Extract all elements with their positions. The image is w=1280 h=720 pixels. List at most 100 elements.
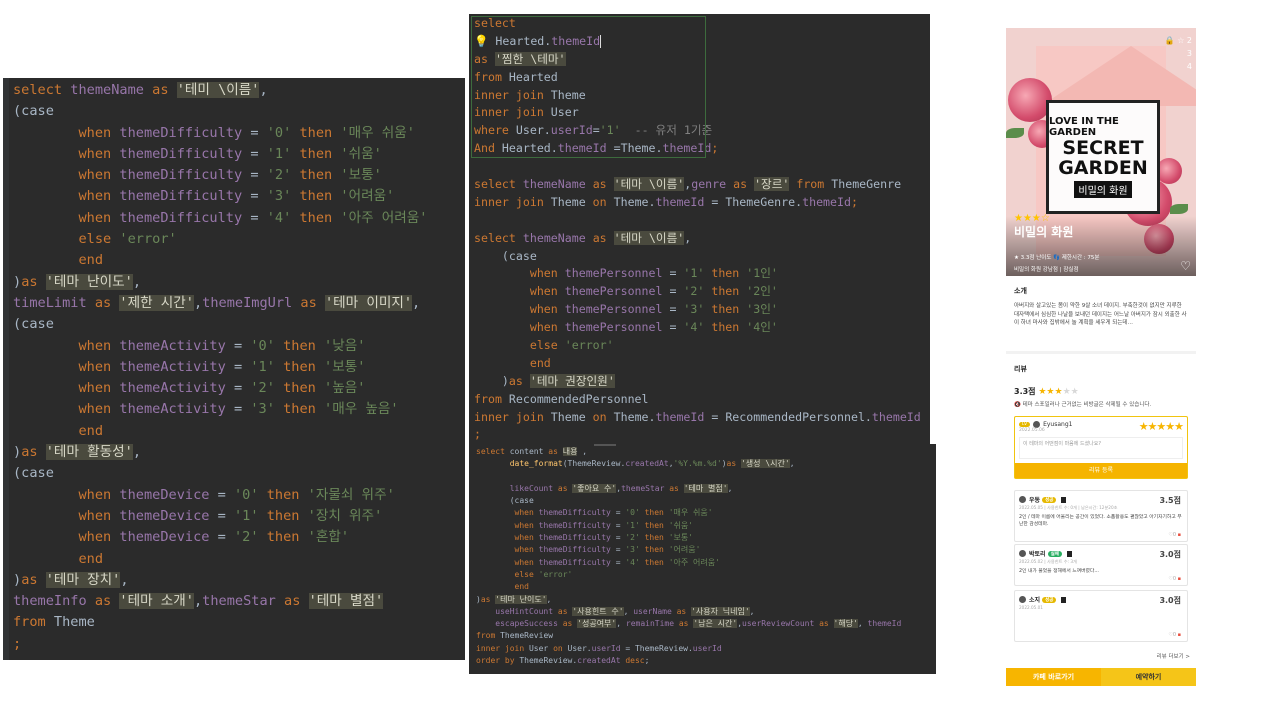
intro-text: 아버지와 살고있는 몸이 약한 9살 소녀 데이지. 부축한것이 없지만 지루한… xyxy=(1014,303,1187,326)
code-line: (case xyxy=(476,496,534,506)
theme-meta-info: ★ 3.3점 난이도 👣 제한시간 : 75분 xyxy=(1014,255,1100,261)
review-submit-button[interactable]: 리뷰 등록 xyxy=(1015,463,1187,478)
code-line: when themeDifficulty = '4' then '아주 어려움' xyxy=(476,557,720,567)
cafe-shortcut-button[interactable]: 카페 바로가기 xyxy=(1006,668,1101,686)
code-line: from RecommendedPersonnel xyxy=(474,391,649,406)
theme-title: 비밀의 화원 xyxy=(1014,225,1074,239)
code-line: select themeName as '테마 \이름', xyxy=(474,230,692,245)
code-line: )as '테마 활동성', xyxy=(13,444,142,461)
code-line: else 'error' xyxy=(13,231,177,248)
writer-name: Eyusang1 xyxy=(1043,421,1073,428)
editor-gutter xyxy=(3,78,9,660)
code-line: )as '테마 난이도', xyxy=(13,273,142,290)
code-line: when themePersonnel = '3' then '3인' xyxy=(474,302,778,317)
theme-store-info: 비밀의 화원 강남점 | 잠실점 xyxy=(1014,267,1079,273)
code-line: (case xyxy=(13,103,54,120)
code-line: when themeDifficulty = '3' then '어려움' xyxy=(13,188,395,205)
code-line: select themeName as '테마 \이름',genre as '장… xyxy=(474,177,902,192)
code-line: timeLimit as '제한 시간',themeImgUrl as '테마 … xyxy=(13,294,421,311)
like-count[interactable]: ♡0 ▪ xyxy=(1168,632,1181,638)
leaf-illustration xyxy=(1170,204,1188,214)
like-count[interactable]: ♡0 ▪ xyxy=(1168,532,1181,538)
code-line: when themeActivity = '0' then '낮음' xyxy=(13,337,366,354)
like-count[interactable]: ♡0 ▪ xyxy=(1168,576,1181,582)
report-icon: ▪ xyxy=(1177,632,1181,638)
reserve-button[interactable]: 예약하기 xyxy=(1101,668,1196,686)
code-line: useHintCount as '사용힌트 수', userName as '사… xyxy=(476,606,755,616)
review-card: 소지 성공 3.0점 2022.05.01 ♡0 ▪ xyxy=(1014,590,1188,642)
status-indicators: 🔒 ☆ 2 3 4 xyxy=(1164,36,1192,71)
code-line: inner join User xyxy=(474,105,579,120)
code-line: date_format(ThemeReview.createdAt,'%Y.%m… xyxy=(476,459,795,469)
star-off-icon: ★★ xyxy=(1062,387,1079,397)
review-score: 3.5점 xyxy=(1159,496,1181,505)
code-line: inner join Theme xyxy=(474,87,586,102)
intro-section: 소개 아버지와 살고있는 몸이 약한 9살 소녀 데이지. 부축한것이 없지만 … xyxy=(1014,286,1188,328)
code-line: when themeDevice = '1' then '장치 위주' xyxy=(13,507,383,524)
bookmark-icon xyxy=(1061,496,1067,503)
review-score: 3.3점 xyxy=(1014,387,1036,396)
poster-title-line2: GARDEN xyxy=(1058,157,1148,179)
report-icon: ▪ xyxy=(1177,576,1181,582)
code-line: )as '테마 난이도', xyxy=(476,594,552,604)
star-on-icon: ★★★ xyxy=(1038,387,1063,397)
code-line: when themeActivity = '1' then '보통' xyxy=(13,358,366,375)
code-line: else 'error' xyxy=(476,569,573,579)
poster-tagline: LOVE IN THE GARDEN xyxy=(1049,116,1119,138)
scroll-marker xyxy=(594,444,616,446)
review-card: 박토리 실패 3.0점 2022.05.02 | 사용힌트 수: 3개 2인 내… xyxy=(1014,544,1188,586)
code-line: when themePersonnel = '4' then '4인' xyxy=(474,320,778,335)
review-textarea[interactable]: 이 테마의 어떤점이 마음에 드셨나요? xyxy=(1019,437,1183,459)
level-badge: LV xyxy=(1019,422,1031,427)
bookmark-icon xyxy=(1066,550,1072,557)
code-line: when themeDifficulty = '1' then '쉬움' xyxy=(13,145,382,162)
more-reviews-link[interactable]: 리뷰 더보기 > xyxy=(1157,652,1190,660)
code-line: when themeActivity = '3' then '매우 높음' xyxy=(13,401,399,418)
code-line: when themeDifficulty = '2' then '보통' xyxy=(13,167,382,184)
spoiler-warning: 🔇 테마 스포일러나 근거없는 비방글은 삭제될 수 있습니다. xyxy=(1014,402,1152,408)
code-line: else 'error' xyxy=(474,338,614,353)
code-line: escapeSuccess as '성공여부', remainTime as '… xyxy=(476,619,902,629)
poster-korean-title: 비밀의 화원 xyxy=(1074,181,1132,198)
code-editor-hearted-query[interactable]: select 💡 Hearted.themeId as '찜한 \테마' from H… xyxy=(469,14,930,444)
heart-icon[interactable]: ♡ xyxy=(1180,259,1191,273)
star-rating-input[interactable]: ★★★★★ xyxy=(1139,420,1184,433)
code-line: from ThemeReview xyxy=(476,631,554,641)
review-body: 2인 내가 풀었을 정해에서 느껴버렸다... xyxy=(1019,569,1099,574)
poster-title-sign: LOVE IN THE GARDEN SECRET GARDEN 비밀의 화원 xyxy=(1046,100,1160,214)
review-title: 리뷰 xyxy=(1014,365,1027,373)
code-line: as '찜한 \테마' xyxy=(474,51,566,66)
code-editor-themes-query[interactable]: select themeName as '테미 \이름', (case when … xyxy=(3,78,465,660)
text-cursor xyxy=(600,34,602,48)
code-line: (case xyxy=(13,316,54,333)
user-avatar-icon xyxy=(1019,550,1026,557)
review-score: 3.0점 xyxy=(1159,550,1181,559)
code-line: when themeDevice = '2' then '혼합' xyxy=(13,529,350,546)
code-line: end xyxy=(13,550,104,567)
code-line: when themeDifficulty = '3' then '어려움' xyxy=(476,545,701,555)
code-line: when themePersonnel = '2' then '2인' xyxy=(474,284,778,299)
code-line: (case xyxy=(13,465,54,482)
code-line: ; xyxy=(13,635,22,652)
code-line: end xyxy=(13,252,104,269)
code-line: when themeDifficulty = '4' then '아주 어려움' xyxy=(13,209,428,226)
code-line: when themeDevice = '0' then '자물쇠 위주' xyxy=(13,486,395,503)
code-line: when themeDifficulty = '1' then '쉬움' xyxy=(476,520,694,530)
code-line: end xyxy=(476,582,529,592)
lightbulb-icon: 💡 xyxy=(474,33,496,48)
report-icon: ▪ xyxy=(1177,532,1181,538)
review-author: 우동 xyxy=(1029,497,1041,504)
code-line: inner join User on User.userId = ThemeRe… xyxy=(476,643,722,653)
code-line: likeCount as '좋아요 수',themeStar as '테마 별점… xyxy=(476,483,733,493)
section-divider xyxy=(1006,351,1196,354)
code-editor-review-query[interactable]: select content as 내용 , date_format(Theme… xyxy=(469,444,936,674)
review-author: 박토리 xyxy=(1029,551,1046,558)
review-score: 3.0점 xyxy=(1159,596,1181,605)
code-line: )as '테마 권장인원' xyxy=(474,373,615,388)
poster-title-line1: SECRET xyxy=(1062,137,1144,159)
user-avatar-icon xyxy=(1019,496,1026,503)
leaf-illustration xyxy=(1006,128,1024,138)
